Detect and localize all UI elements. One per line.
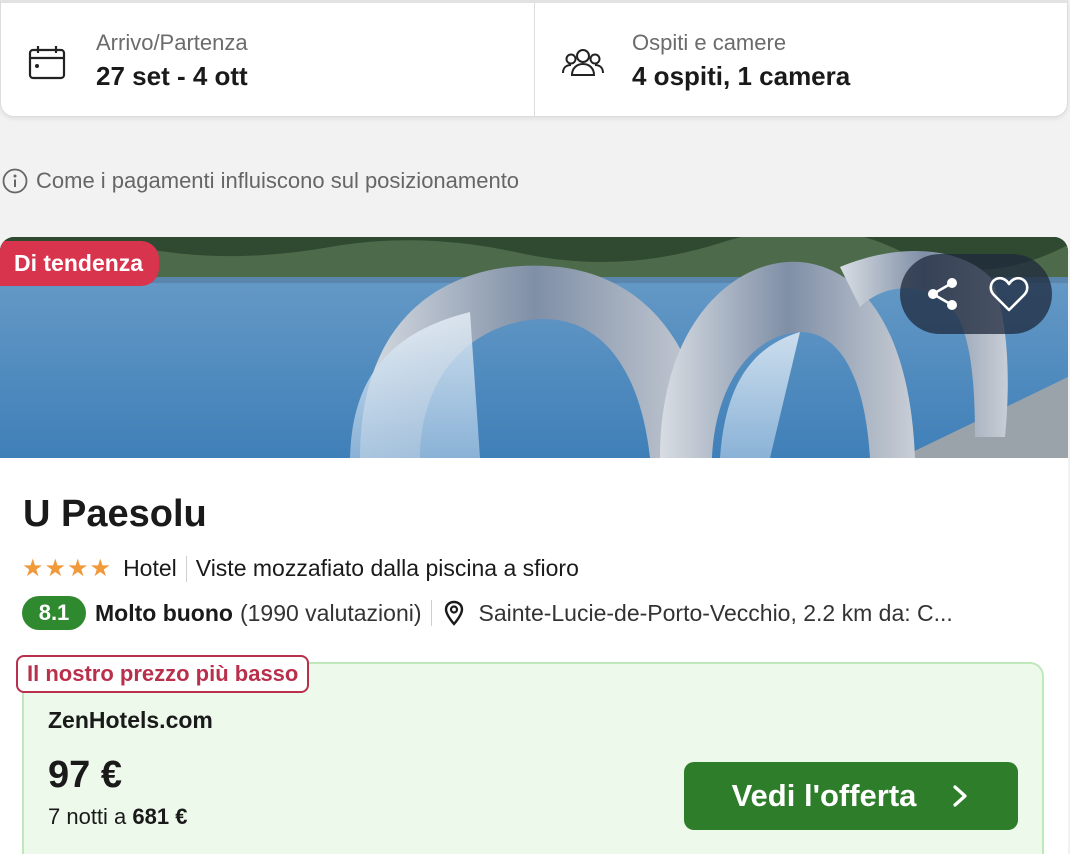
divider [430,600,432,626]
view-offer-button[interactable]: Vedi l'offerta [684,762,1018,830]
dates-value: 27 set - 4 ott [96,61,248,91]
search-summary-bar: Arrivo/Partenza 27 set - 4 ott Ospiti e … [0,0,1068,117]
view-offer-label: Vedi l'offerta [731,778,917,813]
location-pin-icon [444,600,463,626]
star-rating: ★ ★ ★ ★ [22,554,112,582]
share-button[interactable] [919,270,967,318]
nights-total: 681 € [132,804,188,829]
trending-badge: Di tendenza [0,241,160,286]
star-icon: ★ [67,554,89,582]
nightly-price: 97 € [48,754,122,796]
guests-text: Ospiti e camere 4 ospiti, 1 camera [632,29,850,95]
dates-text: Arrivo/Partenza 27 set - 4 ott [96,29,248,95]
hotel-meta: ★ ★ ★ ★ Hotel Viste mozzafiato dalla pis… [22,555,579,582]
star-icon: ★ [89,554,112,582]
chevron-right-icon [953,785,968,807]
star-icon: ★ [22,554,44,582]
hotel-location: Sainte-Lucie-de-Porto-Vecchio, 2.2 km da… [478,599,953,626]
calendar-icon [28,46,66,80]
hotel-highlight: Viste mozzafiato dalla piscina a sfioro [195,555,579,581]
total-price: 7 notti a 681 € [48,804,187,830]
star-icon: ★ [44,554,67,582]
guests-label: Ospiti e camere [632,30,787,55]
hotel-card[interactable]: Di tendenza U Paesolu ★ ★ ★ ★ Hotel Vist… [0,237,1068,854]
payment-ranking-note[interactable]: Come i pagamenti influiscono sul posizio… [2,168,519,194]
rating-word: Molto buono [95,599,233,626]
guests-icon [562,49,604,76]
payment-note-text: Come i pagamenti influiscono sul posizio… [36,168,520,193]
hotel-type: Hotel [123,555,177,581]
offer-provider: ZenHotels.com [48,707,213,733]
guests-selector[interactable]: Ospiti e camere 4 ospiti, 1 camera [535,3,1067,116]
rating-row: 8.1 Molto buono (1990 valutazioni) Saint… [22,596,953,630]
info-icon [2,168,28,194]
hotel-name[interactable]: U Paesolu [23,493,207,536]
rating-count: (1990 valutazioni) [239,599,422,626]
heart-icon [989,276,1029,312]
favorite-button[interactable] [985,270,1033,318]
review-score: 8.1 [22,596,86,630]
best-price-badge: Il nostro prezzo più basso [16,655,310,693]
divider [185,555,187,582]
dates-label: Arrivo/Partenza [96,30,248,55]
nights-prefix: 7 notti a [48,804,127,829]
photo-actions [900,254,1052,334]
share-icon [928,278,957,310]
hotel-photo[interactable]: Di tendenza [0,237,1068,458]
dates-selector[interactable]: Arrivo/Partenza 27 set - 4 ott [1,3,535,116]
guests-value: 4 ospiti, 1 camera [632,61,851,91]
